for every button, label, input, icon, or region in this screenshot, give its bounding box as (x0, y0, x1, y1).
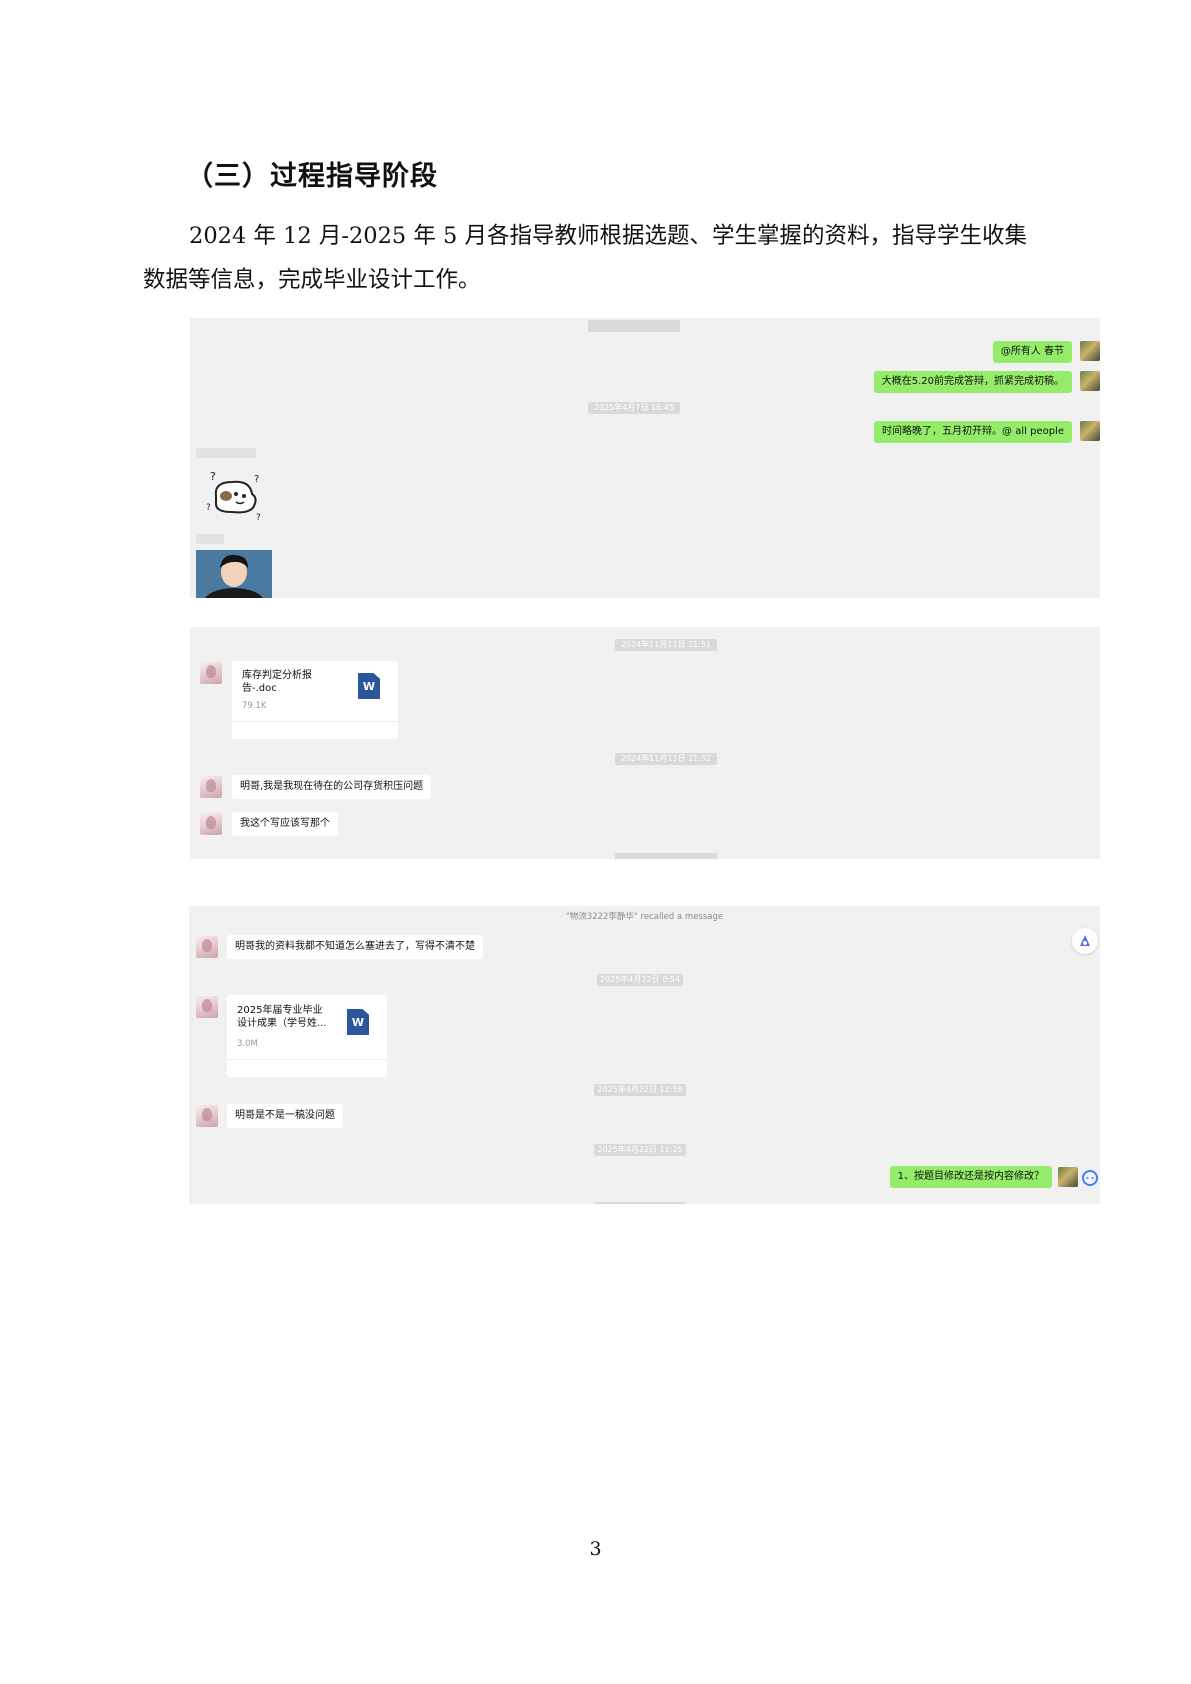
photo-image (196, 550, 272, 598)
message-bubble-other: 明哥是不是一稿没问题 (227, 1104, 343, 1128)
sender-name (196, 534, 224, 544)
word-file-icon: W (358, 673, 380, 699)
svg-text:?: ? (206, 503, 211, 513)
file-size: 3.0M (237, 1039, 258, 1049)
paragraph-line-2: 数据等信息，完成毕业设计工作。 (143, 267, 481, 293)
paragraph-line-1: 2024 年 12 月-2025 年 5 月各指导教师根据选题、学生掌握的资料，… (189, 223, 1027, 249)
message-bubble-me: 1、按题目修改还是按内容修改？ (889, 1166, 1052, 1188)
avatar (1058, 1167, 1078, 1187)
avatar (200, 662, 222, 684)
file-size: 79.1K (242, 701, 267, 711)
avatar (200, 813, 222, 835)
file-source (232, 721, 398, 735)
avatar (196, 936, 218, 958)
recalled-notice: "物流3222李静华" recalled a message (565, 912, 724, 922)
body-paragraph: 2024 年 12 月-2025 年 5 月各指导教师根据选题、学生掌握的资料，… (143, 214, 1053, 302)
sender-name (196, 448, 256, 458)
timestamp: 2025年4月22日 0:54 (597, 974, 683, 986)
timestamp (588, 320, 680, 332)
timestamp: 2025年4月22日 12:58 (594, 1084, 686, 1096)
section-heading: （三）过程指导阶段 (186, 161, 438, 192)
message-bubble-me: 时间略晚了，五月初开辩。@ all people (874, 421, 1072, 443)
timestamp: 2024年11月11日 21:51 (615, 639, 717, 651)
timestamp: 2025年4月7日 16:45 (588, 402, 680, 414)
file-card[interactable]: 库存判定分析报 告-.doc W 79.1K (232, 661, 398, 739)
timestamp-cut-off (615, 853, 717, 859)
word-file-icon: W (347, 1009, 369, 1035)
timestamp: 2024年11月11日 21:52 (615, 753, 717, 765)
timestamp: 2025年4月22日 11:15 (594, 1144, 686, 1156)
avatar (1080, 341, 1100, 361)
sticker-image: ? ? ? ? (202, 466, 266, 524)
message-bubble-other: 我这个写应该写那个 (232, 812, 338, 836)
avatar (1080, 421, 1100, 441)
page-number: 3 (589, 1538, 602, 1560)
chat-screenshot-3: "物流3222李静华" recalled a message 明哥我的资料我都不… (189, 906, 1100, 1204)
assistant-float-icon[interactable] (1072, 928, 1098, 954)
file-source (227, 1059, 387, 1073)
avatar (196, 1105, 218, 1127)
file-card[interactable]: 2025年届专业毕业 设计成果（学号姓... W 3.0M (227, 995, 387, 1077)
avatar (200, 776, 222, 798)
avatar (196, 996, 218, 1018)
chat-screenshot-1: @所有人 春节 大概在5.20前完成答辩，抓紧完成初稿。 2025年4月7日 1… (190, 318, 1100, 598)
avatar (1080, 371, 1100, 391)
svg-text:?: ? (256, 513, 261, 523)
svg-text:?: ? (254, 474, 259, 485)
svg-text:?: ? (210, 470, 216, 483)
chat-assistant-icon[interactable] (1080, 1168, 1100, 1188)
file-name: 库存判定分析报 告-.doc (242, 670, 312, 694)
chat-screenshot-2: 2024年11月11日 21:51 库存判定分析报 告-.doc W 79.1K… (190, 627, 1100, 859)
file-name: 2025年届专业毕业 设计成果（学号姓... (237, 1005, 327, 1029)
message-bubble-me: @所有人 春节 (992, 341, 1072, 363)
message-bubble-other: 明哥,我是我现在待在的公司存货积压问题 (232, 775, 432, 799)
message-bubble-other: 明哥我的资料我都不知道怎么塞进去了，写得不清不楚 (227, 935, 483, 959)
timestamp-cut-off (594, 1202, 686, 1204)
message-bubble-me: 大概在5.20前完成答辩，抓紧完成初稿。 (873, 371, 1072, 393)
